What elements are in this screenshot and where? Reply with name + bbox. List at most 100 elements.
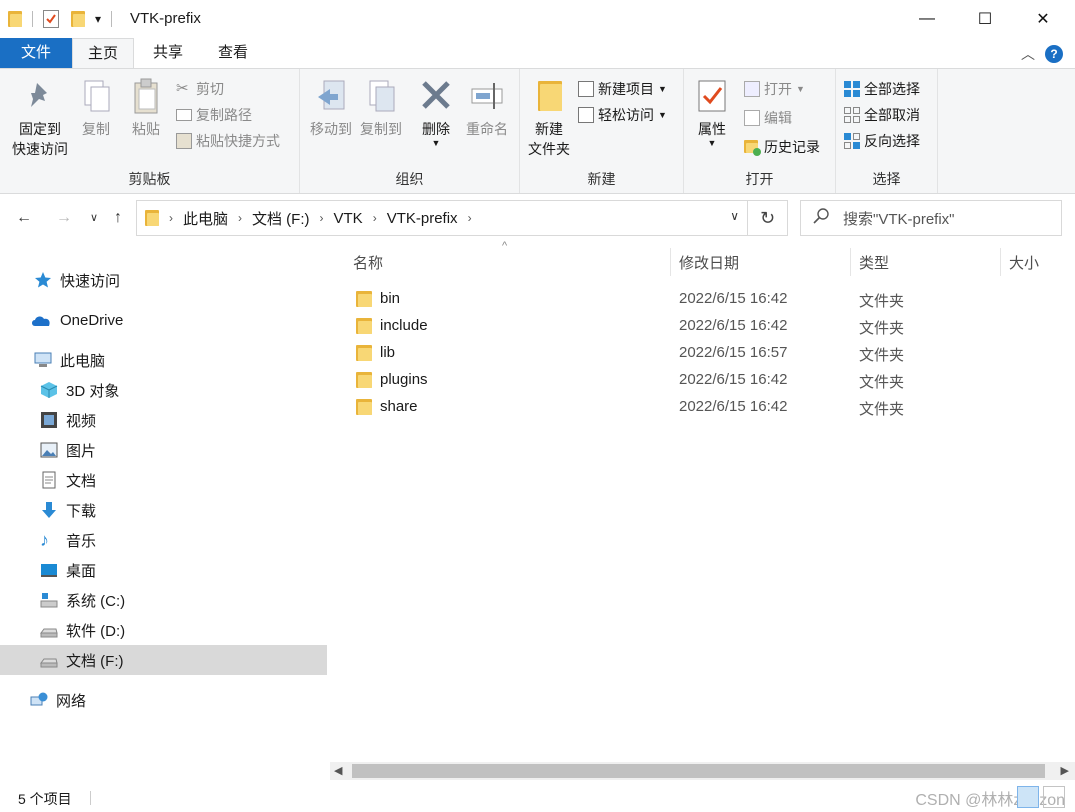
new-folder-icon [532, 77, 566, 115]
nav-downloads[interactable]: 下载 [0, 495, 327, 525]
breadcrumb-this-pc[interactable]: 此电脑 [183, 208, 228, 229]
new-folder-qat-icon[interactable] [71, 11, 85, 27]
cloud-icon [30, 311, 52, 329]
nav-3d-objects[interactable]: 3D 对象 [0, 375, 327, 405]
breadcrumb-vtk[interactable]: VTK [334, 210, 363, 227]
scroll-left-icon[interactable]: ◀ [334, 762, 342, 780]
edit-button[interactable]: 编辑 [744, 106, 792, 130]
select-none-button[interactable]: 全部取消 [844, 103, 920, 127]
table-row[interactable]: plugins 2022/6/15 16:42 文件夹 [350, 367, 1050, 394]
new-item-button[interactable]: 新建项目 ▼ [578, 77, 667, 101]
table-row[interactable]: lib 2022/6/15 16:57 文件夹 [350, 340, 1050, 367]
nav-pictures[interactable]: 图片 [0, 435, 327, 465]
invert-selection-button[interactable]: 反向选择 [844, 129, 920, 153]
nav-onedrive[interactable]: OneDrive [0, 305, 327, 335]
chevron-right-icon[interactable]: › [373, 211, 377, 225]
close-button[interactable]: ✕ [1014, 0, 1072, 38]
paste-icon [129, 77, 163, 115]
move-to-button[interactable]: 移动到 [306, 77, 356, 139]
select-all-icon [844, 81, 860, 97]
easy-access-icon [578, 107, 594, 123]
cut-button[interactable]: ✂ 剪切 [176, 77, 224, 101]
nav-drive-d[interactable]: 软件 (D:) [0, 615, 327, 645]
scrollbar-thumb[interactable] [352, 764, 1045, 778]
chevron-right-icon[interactable]: › [468, 211, 472, 225]
table-row[interactable]: bin 2022/6/15 16:42 文件夹 [350, 286, 1050, 313]
chevron-right-icon[interactable]: › [320, 211, 324, 225]
horizontal-scrollbar[interactable]: ◀ ▶ [330, 762, 1075, 780]
column-header-type[interactable]: 类型 [859, 252, 889, 273]
tab-view[interactable]: 查看 [205, 38, 261, 68]
history-button[interactable]: 历史记录 [744, 135, 820, 159]
chevron-right-icon[interactable]: › [238, 211, 242, 225]
file-modified: 2022/6/15 16:42 [679, 290, 788, 307]
recent-locations-button[interactable]: ∨ [82, 206, 106, 230]
copy-path-button[interactable]: 复制路径 [176, 103, 252, 127]
search-placeholder: 搜索"VTK-prefix" [843, 210, 955, 228]
paste-button[interactable]: 粘贴 [126, 77, 166, 139]
copy-button[interactable]: 复制 [76, 77, 116, 139]
table-row[interactable]: include 2022/6/15 16:42 文件夹 [350, 313, 1050, 340]
nav-documents[interactable]: 文档 [0, 465, 327, 495]
open-group: 属性 ▼ 打开 ▼ 编辑 历史记录 打开 [684, 69, 836, 193]
breadcrumb-vtk-prefix[interactable]: VTK-prefix [387, 210, 458, 227]
nav-this-pc[interactable]: 此电脑 [0, 345, 327, 375]
nav-desktop[interactable]: 桌面 [0, 555, 327, 585]
paste-shortcut-button[interactable]: 粘贴快捷方式 [176, 129, 280, 153]
forward-button[interactable]: → [52, 206, 76, 230]
back-button[interactable]: ← [12, 206, 36, 230]
delete-button[interactable]: 删除 ▼ [416, 77, 456, 148]
new-group: 新建 文件夹 新建项目 ▼ 轻松访问 ▼ 新建 [520, 69, 684, 193]
qat-dropdown-icon[interactable]: ▾ [95, 12, 101, 26]
tab-home[interactable]: 主页 [72, 38, 134, 68]
large-icons-view-icon[interactable] [1043, 786, 1065, 808]
properties-qat-icon[interactable] [43, 10, 59, 28]
delete-icon [419, 77, 453, 115]
easy-access-button[interactable]: 轻松访问 ▼ [578, 103, 667, 127]
open-button[interactable]: 打开 ▼ [744, 77, 805, 101]
tab-share[interactable]: 共享 [140, 38, 196, 68]
star-icon [34, 271, 52, 289]
pin-to-quick-access-button[interactable]: 固定到 快速访问 [8, 77, 72, 159]
search-input[interactable]: 搜索"VTK-prefix" [800, 200, 1062, 236]
column-header-size[interactable]: 大小 [1009, 252, 1039, 273]
tab-file[interactable]: 文件 [0, 38, 72, 68]
refresh-button[interactable]: ↻ [748, 200, 788, 236]
file-type: 文件夹 [859, 374, 905, 391]
up-button[interactable]: ↑ [106, 206, 130, 230]
file-name: share [380, 398, 418, 415]
chevron-right-icon[interactable]: › [169, 211, 173, 225]
details-view-icon[interactable] [1017, 786, 1039, 808]
file-type: 文件夹 [859, 401, 905, 418]
copy-to-button[interactable]: 复制到 [356, 77, 406, 139]
sort-indicator: ^ [502, 240, 508, 252]
address-bar[interactable]: › 此电脑 › 文档 (F:) › VTK › VTK-prefix › ∨ [136, 200, 748, 236]
clipboard-group-label: 剪贴板 [128, 171, 171, 187]
rename-button[interactable]: 重命名 [462, 77, 512, 139]
computer-icon [34, 351, 52, 369]
nav-music[interactable]: ♪ 音乐 [0, 525, 327, 555]
nav-drive-f[interactable]: 文档 (F:) [0, 645, 327, 675]
history-icon [744, 139, 761, 156]
nav-videos[interactable]: 视频 [0, 405, 327, 435]
collapse-ribbon-icon[interactable]: ︿ [1021, 44, 1035, 64]
help-icon[interactable]: ? [1045, 45, 1063, 63]
column-header-name[interactable]: 名称 [353, 252, 383, 273]
maximize-button[interactable]: ☐ [956, 0, 1014, 38]
properties-button[interactable]: 属性 ▼ [690, 77, 734, 148]
new-folder-button[interactable]: 新建 文件夹 [524, 77, 574, 159]
nav-network[interactable]: 网络 [0, 685, 327, 715]
minimize-button[interactable]: — [898, 0, 956, 38]
select-all-button[interactable]: 全部选择 [844, 77, 920, 101]
rename-icon [470, 77, 504, 115]
column-header-modified[interactable]: 修改日期 [679, 252, 739, 273]
chevron-down-icon[interactable]: ∨ [730, 209, 739, 223]
file-modified: 2022/6/15 16:42 [679, 398, 788, 415]
breadcrumb-drive-f[interactable]: 文档 (F:) [252, 208, 310, 229]
nav-drive-c[interactable]: 系统 (C:) [0, 585, 327, 615]
file-name: bin [380, 290, 401, 307]
nav-quick-access[interactable]: 快速访问 [0, 265, 327, 295]
scroll-right-icon[interactable]: ▶ [1061, 762, 1069, 780]
table-row[interactable]: share 2022/6/15 16:42 文件夹 [350, 394, 1050, 421]
document-icon [40, 471, 58, 489]
